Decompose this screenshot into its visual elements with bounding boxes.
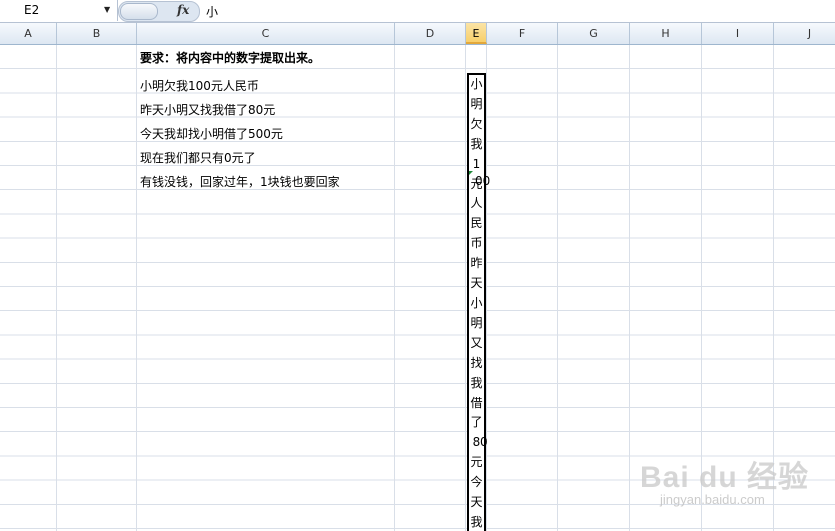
e2-char: 找 xyxy=(470,355,483,370)
column-header-j[interactable]: J xyxy=(774,23,835,44)
e2-char: 我 xyxy=(470,514,483,529)
watermark-url: jingyan.baidu.com xyxy=(660,492,765,507)
cell-c6[interactable]: 有钱没钱，回家过年，1块钱也要回家 xyxy=(140,174,340,190)
e2-char: 币 xyxy=(470,236,483,251)
e2-char: 我 xyxy=(470,375,483,390)
gridline xyxy=(136,45,137,531)
gridline xyxy=(557,45,558,531)
formula-input[interactable]: 小 xyxy=(206,3,218,20)
e2-char: 我 xyxy=(470,136,483,151)
e2-overflow-text: 0 xyxy=(480,435,488,449)
cell-c3[interactable]: 昨天小明又找我借了80元 xyxy=(140,102,275,118)
column-header-b[interactable]: B xyxy=(57,23,137,44)
e2-char: 明 xyxy=(470,96,483,111)
cell-c1[interactable]: 要求：将内容中的数字提取出来。 xyxy=(140,50,320,66)
e2-overflow-text: 00 xyxy=(475,174,491,188)
watermark-logo: Bai du 经验 xyxy=(640,461,810,494)
column-headers: A B C D E F G H I J xyxy=(0,23,835,45)
column-header-e[interactable]: E xyxy=(466,23,487,44)
column-header-a[interactable]: A xyxy=(0,23,57,44)
gridline xyxy=(56,45,57,531)
cell-e2-selected[interactable]: 小 明 欠 我 1 元 人 民 币 昨 天 小 明 又 找 我 借 了 8 元 … xyxy=(467,73,486,531)
e2-char: 借 xyxy=(470,395,483,410)
e2-char: 昨 xyxy=(470,256,483,271)
gridline xyxy=(629,45,630,531)
e2-char: 天 xyxy=(470,276,483,291)
e2-char: 小 xyxy=(470,295,483,310)
column-header-h[interactable]: H xyxy=(630,23,702,44)
cell-c4[interactable]: 今天我却找小明借了500元 xyxy=(140,126,283,142)
cell-c5[interactable]: 现在我们都只有0元了 xyxy=(140,150,256,166)
name-box[interactable]: E2 ▼ xyxy=(0,0,118,21)
gridline xyxy=(486,45,487,531)
column-header-f[interactable]: F xyxy=(487,23,558,44)
column-header-c[interactable]: C xyxy=(137,23,395,44)
insert-function-icon[interactable]: fx xyxy=(177,3,189,17)
e2-char: 民 xyxy=(470,216,483,231)
column-header-i[interactable]: I xyxy=(702,23,774,44)
e2-char: 又 xyxy=(470,335,483,350)
chevron-down-icon[interactable]: ▼ xyxy=(104,5,110,14)
e2-char: 元 xyxy=(470,455,483,470)
formula-bar: E2 ▼ fx 小 xyxy=(0,0,835,23)
formula-buttons: fx xyxy=(118,1,200,22)
splitter-handle[interactable] xyxy=(120,3,158,20)
e2-char: 今 xyxy=(470,475,483,490)
cell-c2[interactable]: 小明欠我100元人民币 xyxy=(140,78,259,94)
e2-char: 小 xyxy=(470,77,483,91)
gridline xyxy=(465,45,466,531)
e2-char: 欠 xyxy=(470,116,483,131)
name-box-value: E2 xyxy=(24,3,40,17)
e2-char: 天 xyxy=(470,495,483,510)
column-header-d[interactable]: D xyxy=(395,23,466,44)
e2-char: 了 xyxy=(470,415,483,430)
gridline xyxy=(394,45,395,531)
e2-char: 人 xyxy=(470,196,483,211)
e2-char: 明 xyxy=(470,315,483,330)
watermark: Bai du 经验 jingyan.baidu.com xyxy=(640,452,810,522)
error-indicator-icon[interactable] xyxy=(469,171,473,175)
column-header-g[interactable]: G xyxy=(558,23,630,44)
